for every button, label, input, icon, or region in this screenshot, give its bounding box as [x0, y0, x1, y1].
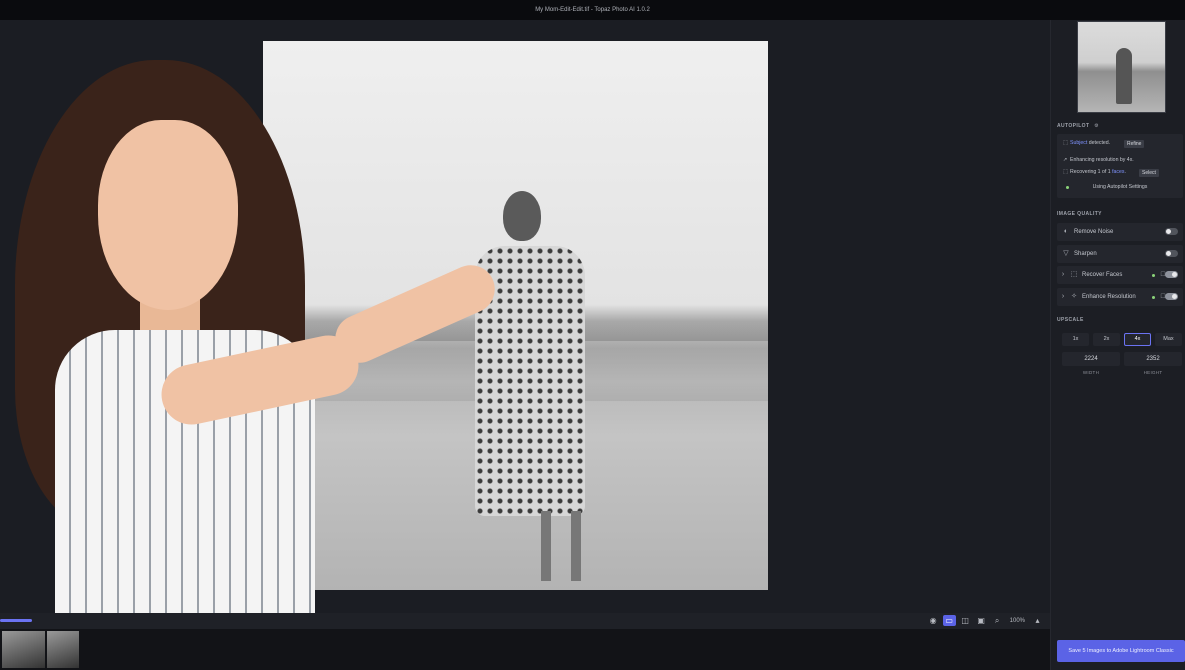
autopilot-settings-link[interactable]: Using Autopilot Settings: [1057, 184, 1183, 190]
scale-4x-button[interactable]: 4x: [1124, 333, 1151, 346]
scale-1x-button[interactable]: 1x: [1062, 333, 1089, 346]
upscale-heading: UPSCALE: [1057, 317, 1084, 323]
height-caption: HEIGHT: [1143, 370, 1163, 375]
split-view-icon[interactable]: ◫: [959, 615, 972, 626]
noise-icon: ◐: [1063, 228, 1069, 235]
remove-noise-row[interactable]: ◐ Remove Noise: [1057, 223, 1183, 241]
scale-2x-button[interactable]: 2x: [1093, 333, 1120, 346]
height-input[interactable]: 2352: [1124, 352, 1182, 366]
single-view-icon[interactable]: ▭: [942, 615, 956, 626]
autopilot-card: ⬚ Subject detected. Refine ↗ Enhancing res…: [1057, 134, 1183, 198]
image-quality-heading: IMAGE QUALITY: [1057, 211, 1102, 217]
remove-noise-toggle[interactable]: [1165, 228, 1178, 235]
active-dot: [1152, 296, 1155, 299]
view-mode-controls: ◉ ▭ ◫ ▣ ⌕ 100% ▴: [927, 615, 1044, 626]
enhance-resolution-row[interactable]: › ✧ Enhance Resolution □: [1057, 288, 1183, 306]
zoom-icon[interactable]: ⌕: [991, 615, 1004, 626]
chevron-right-icon[interactable]: ›: [1059, 293, 1067, 301]
filmstrip-thumbnail[interactable]: [47, 631, 79, 668]
width-input[interactable]: 2224: [1062, 352, 1120, 366]
presenter-face: [98, 120, 238, 310]
navigator-subject: [1116, 48, 1132, 104]
resolution-icon: ↗: [1063, 157, 1068, 163]
subject-link[interactable]: Subject: [1070, 140, 1087, 146]
filmstrip-progress: [0, 619, 32, 622]
eye-icon[interactable]: ◉: [927, 615, 940, 626]
recover-faces-row[interactable]: › ⬚ Recover Faces □: [1057, 266, 1183, 284]
autopilot-heading: AUTOPILOT ⚙: [1057, 123, 1100, 129]
navigator-thumbnail[interactable]: [1077, 21, 1166, 113]
filmstrip: [0, 619, 1050, 670]
gear-icon[interactable]: ⚙: [1094, 123, 1099, 129]
sharpen-row[interactable]: ▽ Sharpen: [1057, 245, 1183, 263]
resolution-icon: ✧: [1071, 293, 1077, 300]
zoom-level[interactable]: 100%: [1007, 618, 1028, 624]
subject-icon: ⬚: [1063, 140, 1068, 146]
width-caption: WIDTH: [1082, 370, 1100, 375]
scale-max-button[interactable]: Max: [1155, 333, 1182, 346]
refine-button[interactable]: Refine: [1124, 140, 1145, 148]
select-button[interactable]: Select: [1139, 169, 1159, 177]
right-panel: AUTOPILOT ⚙ ⬚ Subject detected. Refine ↗ E…: [1050, 20, 1185, 670]
save-images-button[interactable]: Save 5 Images to Adobe Lightroom Classic: [1057, 640, 1185, 662]
presenter-overlay-image: [0, 60, 503, 670]
face-frame-icon: ⬚: [1070, 271, 1078, 278]
side-by-side-icon[interactable]: ▣: [975, 615, 988, 626]
filmstrip-thumbnail[interactable]: [2, 631, 45, 668]
window-title-bar: My Mom-Edit-Edit.tif - Topaz Photo AI 1.…: [0, 0, 1185, 20]
sharpen-toggle[interactable]: [1165, 250, 1178, 257]
active-dot: [1152, 274, 1155, 277]
enhancing-line: ↗ Enhancing resolution by 4x.: [1063, 157, 1134, 163]
photo-subject-head: [503, 191, 541, 241]
chevron-up-icon[interactable]: ▴: [1031, 615, 1044, 626]
sharpen-icon: ▽: [1063, 250, 1069, 257]
face-icon: ⬚: [1063, 169, 1068, 175]
faces-link[interactable]: faces: [1112, 169, 1124, 175]
enhance-resolution-toggle[interactable]: [1165, 293, 1178, 300]
subject-detected-line: ⬚ Subject detected.: [1063, 140, 1111, 146]
recover-faces-toggle[interactable]: [1165, 271, 1178, 278]
viewer-toolbar: ◉ ▭ ◫ ▣ ⌕ 100% ▴: [0, 613, 1050, 629]
chevron-right-icon[interactable]: ›: [1059, 271, 1067, 279]
photo-subject-legs: [531, 511, 591, 581]
recovering-line: ⬚ Recovering 1 of 1 faces.: [1063, 169, 1126, 175]
window-title: My Mom-Edit-Edit.tif - Topaz Photo AI 1.…: [535, 7, 650, 13]
